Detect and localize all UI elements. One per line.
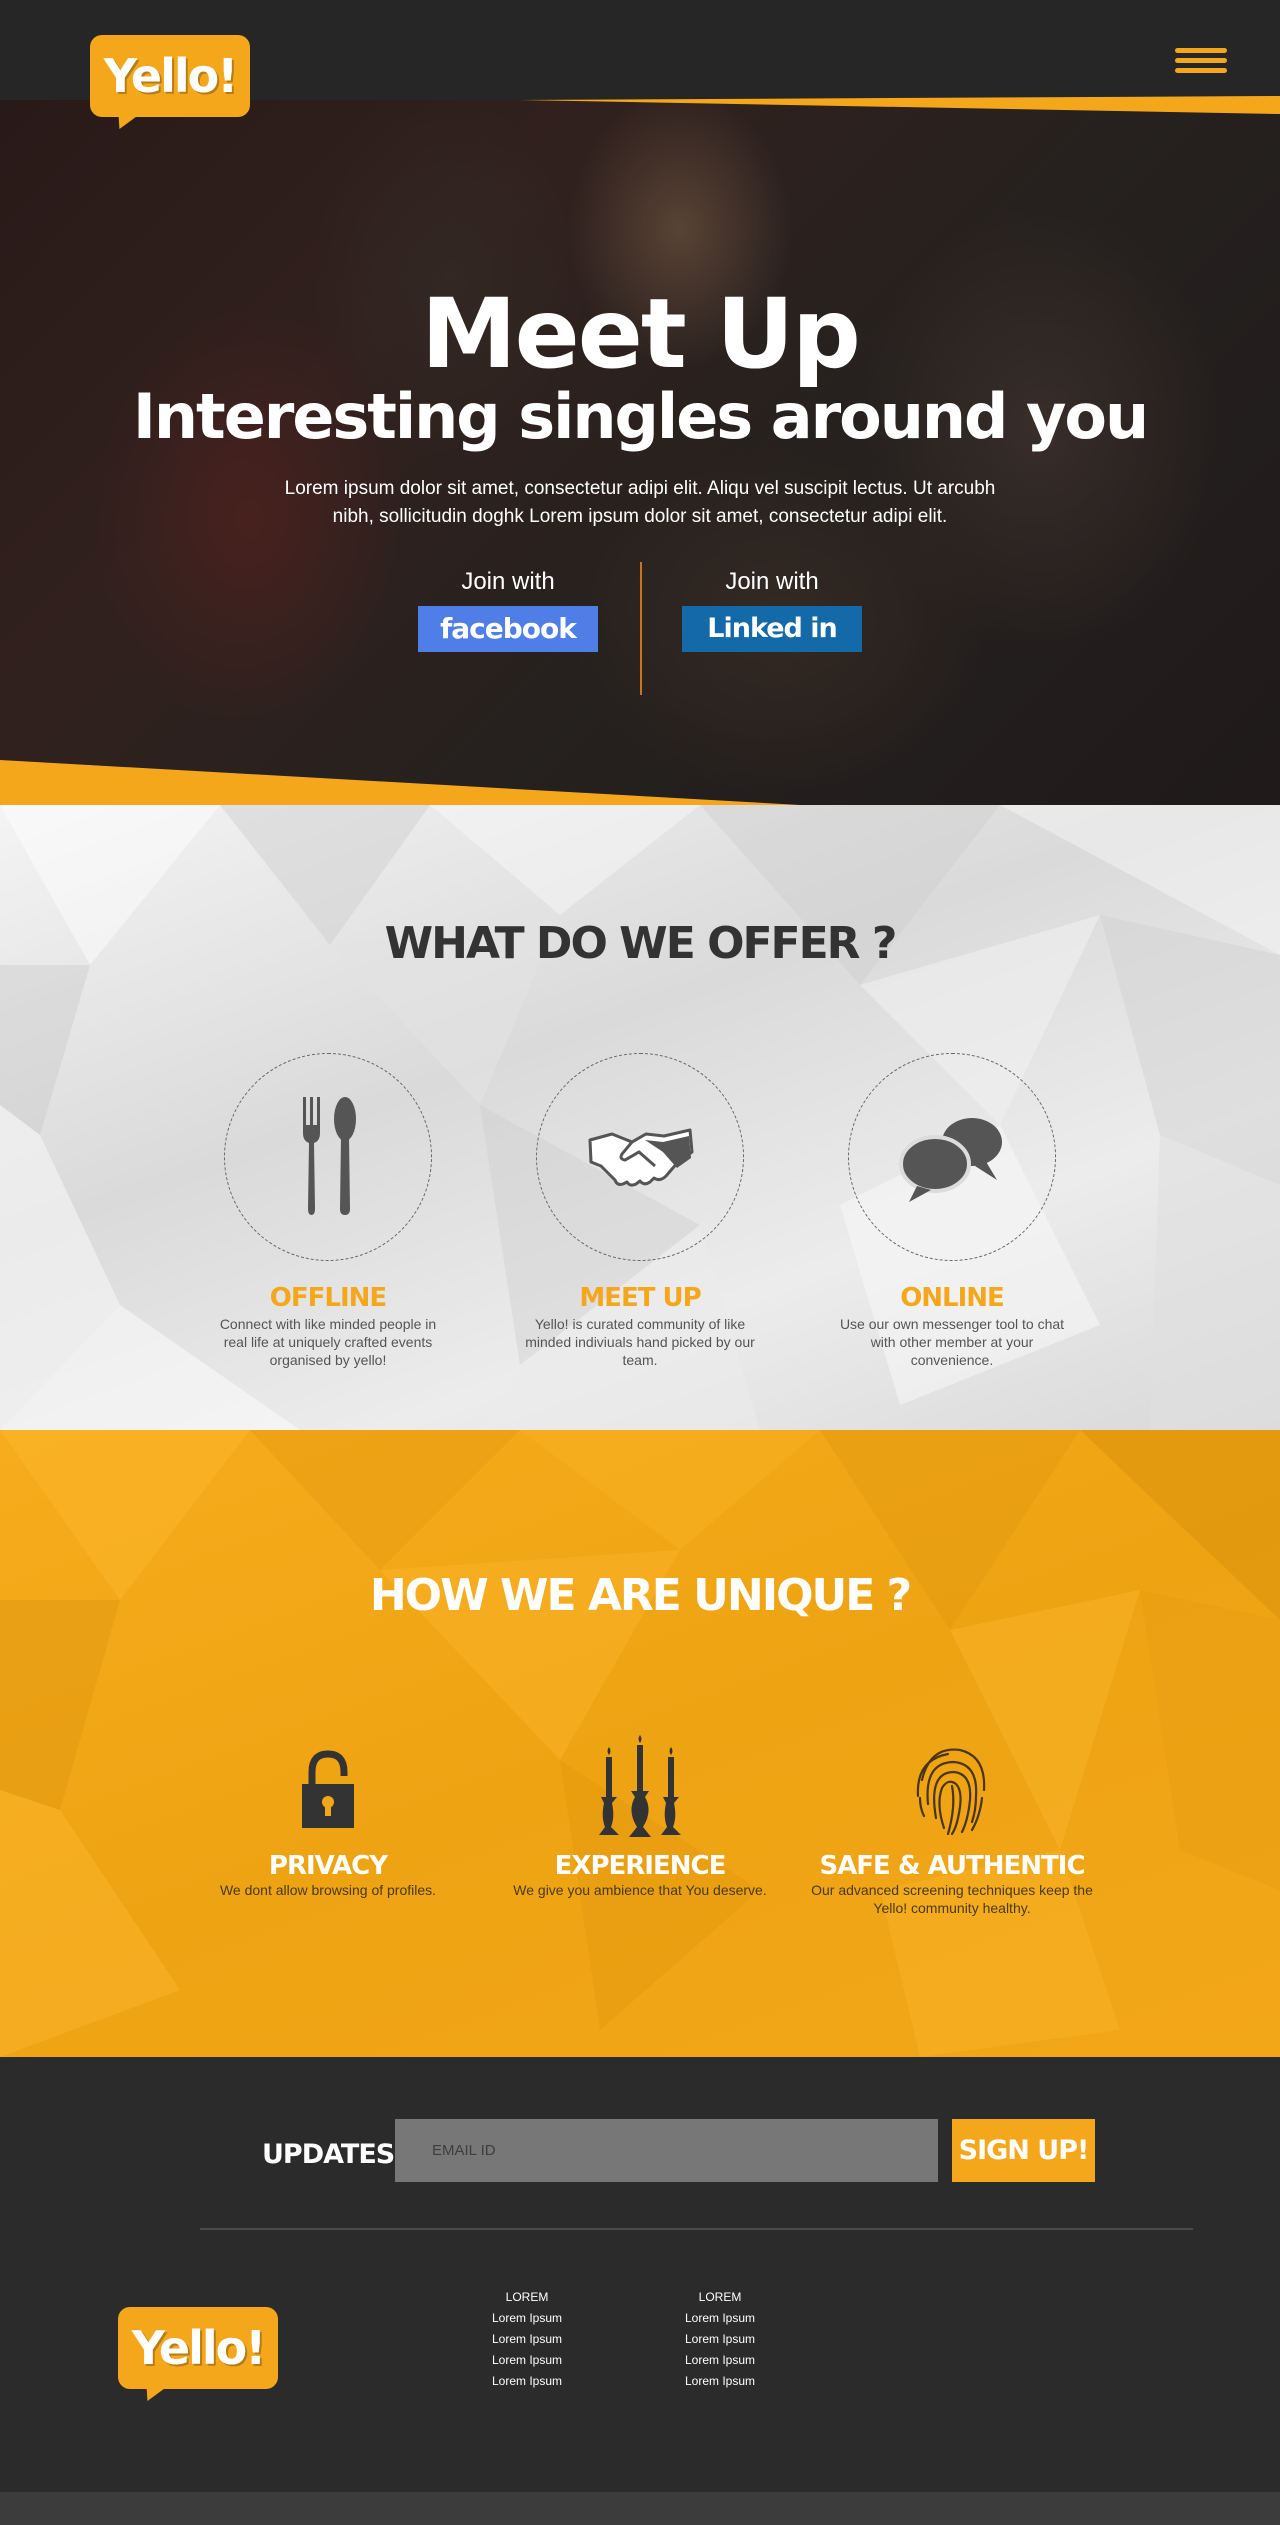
hero-section: Meet Up Interesting singles around you L… [0, 100, 1280, 805]
join-divider [640, 562, 642, 695]
footer-link[interactable]: Lorem Ipsum [467, 2308, 587, 2329]
offer-name: ONLINE [900, 1283, 1005, 1313]
unique-icon-wrap [792, 1735, 1112, 1845]
join-linkedin: Join with Linked in [682, 568, 862, 652]
unique-name: PRIVACY [268, 1851, 388, 1881]
email-input[interactable] [395, 2119, 938, 2182]
footer-logo[interactable]: Yello! [118, 2307, 278, 2389]
unique-name: SAFE & AUTHENTIC [819, 1851, 1085, 1881]
site-footer: UPDATES SIGN UP! Yello! LOREM Lorem Ipsu… [0, 2057, 1280, 2492]
offer-description: Yello! is curated community of like mind… [525, 1316, 755, 1368]
join-facebook: Join with facebook [418, 568, 598, 652]
offer-item-online: ONLINE Use our own messenger tool to cha… [792, 1053, 1112, 1369]
footer-column: LOREM Lorem Ipsum Lorem Ipsum Lorem Ipsu… [467, 2287, 587, 2392]
footer-link[interactable]: Lorem Ipsum [467, 2350, 587, 2371]
footer-link[interactable]: Lorem Ipsum [467, 2371, 587, 2392]
unique-item-safe: SAFE & AUTHENTIC Our advanced screening … [792, 1735, 1112, 1917]
unique-icon-wrap [168, 1735, 488, 1845]
chat-bubbles-icon [899, 1118, 1002, 1202]
offer-item-meetup: MEET UP Yello! is curated community of l… [480, 1053, 800, 1369]
unique-item-experience: EXPERIENCE We give you ambience that You… [480, 1735, 800, 1899]
footer-link[interactable]: Lorem Ipsum [660, 2371, 780, 2392]
footer-link[interactable]: Lorem Ipsum [660, 2350, 780, 2371]
footer-column: LOREM Lorem Ipsum Lorem Ipsum Lorem Ipsu… [660, 2287, 780, 2392]
logo-text: Yello! [131, 2321, 266, 2375]
offer-name: MEET UP [579, 1283, 701, 1313]
unique-description: We dont allow browsing of profiles. [219, 1882, 437, 1898]
unique-icon-wrap [480, 1735, 800, 1845]
footer-link[interactable]: Lorem Ipsum [660, 2329, 780, 2350]
hero-title: Meet Up [421, 278, 861, 390]
menu-bar [1175, 68, 1227, 73]
footer-divider [200, 2228, 1193, 2230]
footer-link[interactable]: Lorem Ipsum [467, 2329, 587, 2350]
hamburger-menu-icon[interactable] [1175, 48, 1227, 76]
unique-item-privacy: PRIVACY We dont allow browsing of profil… [168, 1735, 488, 1899]
unique-description: Our advanced screening techniques keep t… [811, 1882, 1093, 1916]
unique-description: We give you ambience that You deserve. [513, 1882, 767, 1898]
offer-icon-circle [536, 1053, 744, 1261]
unique-title: HOW WE ARE UNIQUE ? [369, 1570, 912, 1621]
offer-description: Use our own messenger tool to chat with … [839, 1316, 1065, 1368]
fingerprint-icon [916, 1748, 986, 1836]
site-logo[interactable]: Yello! [90, 35, 250, 117]
offer-icon-circle [224, 1053, 432, 1261]
hero-subtitle: Interesting singles around you [132, 380, 1149, 453]
offer-title: WHAT DO WE OFFER ? [384, 918, 898, 969]
padlock-icon [302, 1750, 354, 1828]
unique-name: EXPERIENCE [554, 1851, 727, 1881]
offer-item-offline: OFFLINE Connect with like minded people … [168, 1053, 488, 1369]
signup-button[interactable]: SIGN UP! [952, 2119, 1095, 2182]
menu-bar [1175, 58, 1227, 63]
offer-section: WHAT DO WE OFFER ? OFFLINE Connect with … [0, 805, 1280, 1430]
fork-spoon-icon [303, 1097, 356, 1215]
footer-column-heading: LOREM [505, 2290, 549, 2304]
updates-label: UPDATES [262, 2139, 395, 2170]
join-label: Join with [725, 568, 819, 595]
menu-bar [1175, 48, 1227, 53]
facebook-join-button[interactable]: facebook [418, 606, 598, 652]
handshake-icon [588, 1128, 694, 1187]
offer-icon-circle [848, 1053, 1056, 1261]
linkedin-join-button[interactable]: Linked in [682, 606, 862, 652]
offer-name: OFFLINE [269, 1283, 387, 1313]
offer-description: Connect with like minded people in real … [219, 1316, 437, 1368]
logo-text: Yello! [103, 49, 238, 103]
bottom-bar [0, 2492, 1280, 2525]
join-label: Join with [461, 568, 555, 595]
unique-section: HOW WE ARE UNIQUE ? PRIVACY We dont allo… [0, 1430, 1280, 2057]
candles-icon [599, 1735, 681, 1837]
footer-link[interactable]: Lorem Ipsum [660, 2308, 780, 2329]
hero-description: Lorem ipsum dolor sit amet, consectetur … [284, 478, 996, 527]
footer-column-heading: LOREM [698, 2290, 742, 2304]
